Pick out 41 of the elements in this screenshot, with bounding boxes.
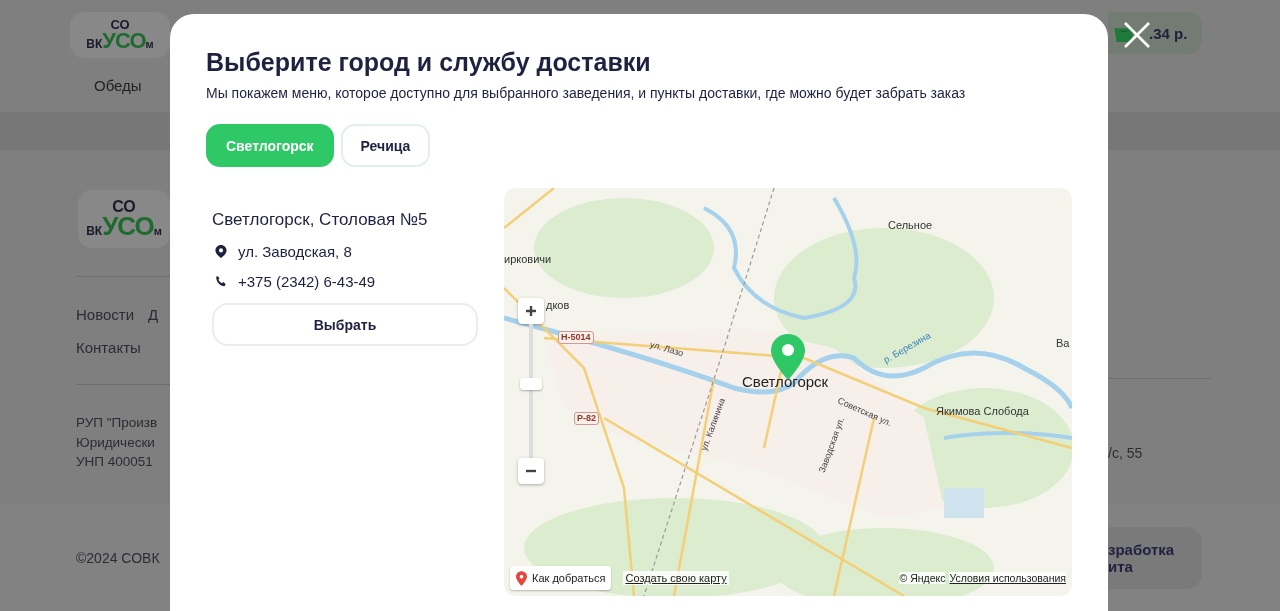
route-button[interactable]: Как добраться	[510, 566, 612, 590]
map-label: Якимова Слобода	[936, 406, 1029, 417]
company-info-text: РУП "Произв	[76, 414, 159, 432]
create-map-link[interactable]: Создать свою карту	[623, 571, 729, 585]
choose-button[interactable]: Выбрать	[212, 303, 478, 346]
logo[interactable]: СО ВКУСОм	[78, 190, 170, 248]
city-tab[interactable]: Речица	[340, 124, 431, 167]
map-label: дков	[546, 300, 570, 311]
dialog-title: Выберите город и службу доставки	[206, 48, 651, 77]
map-label: Ва	[1056, 338, 1070, 349]
copyright-text: ©2024 СОВК	[76, 550, 160, 566]
logo[interactable]: СО ВКУСОм	[70, 12, 170, 58]
plus-icon	[525, 305, 537, 317]
dialog-subtitle: Мы покажем меню, которое доступно для выбранного заведения, и пункты доставки, где можно будет забрать заказ	[206, 85, 966, 101]
map-label: Р-82	[574, 412, 599, 425]
address-text: /с, 55	[1108, 445, 1143, 461]
cart-button[interactable]: .34 р.	[1108, 12, 1202, 54]
zoom-in-button[interactable]	[518, 298, 544, 324]
nav-link[interactable]: Обеды	[94, 77, 142, 94]
map-label: Н-5014	[558, 331, 594, 344]
footer-link[interactable]: Новости	[76, 306, 135, 323]
venue-phone: +375 (2342) 6-43-49	[238, 273, 376, 290]
terms-link[interactable]: Условия использования	[949, 572, 1066, 584]
venue-address: ул. Заводская, 8	[238, 243, 352, 260]
map-label: Светлогорск	[742, 374, 829, 389]
map-label: ирковичи	[504, 254, 552, 265]
map-label: ул. Лазо	[648, 340, 685, 359]
close-button[interactable]	[1124, 22, 1150, 48]
company-info-text: УНП 400051	[76, 453, 154, 471]
company-info-text: Юридически	[76, 433, 156, 452]
footer-link[interactable]: Д	[148, 306, 159, 323]
location-pin-icon	[215, 245, 227, 258]
developer-button[interactable]: зработка ита	[1108, 527, 1202, 589]
venue-name: Светлогорск, Столовая №5	[212, 210, 428, 230]
location-pin-icon	[516, 570, 527, 586]
footer-link[interactable]: Контакты	[76, 339, 141, 356]
map-label: Сельное	[888, 220, 933, 231]
minus-icon	[525, 469, 537, 473]
phone-icon	[215, 275, 227, 288]
copyright-text: © Яндекс	[899, 572, 946, 584]
zoom-out-button[interactable]	[518, 458, 544, 484]
